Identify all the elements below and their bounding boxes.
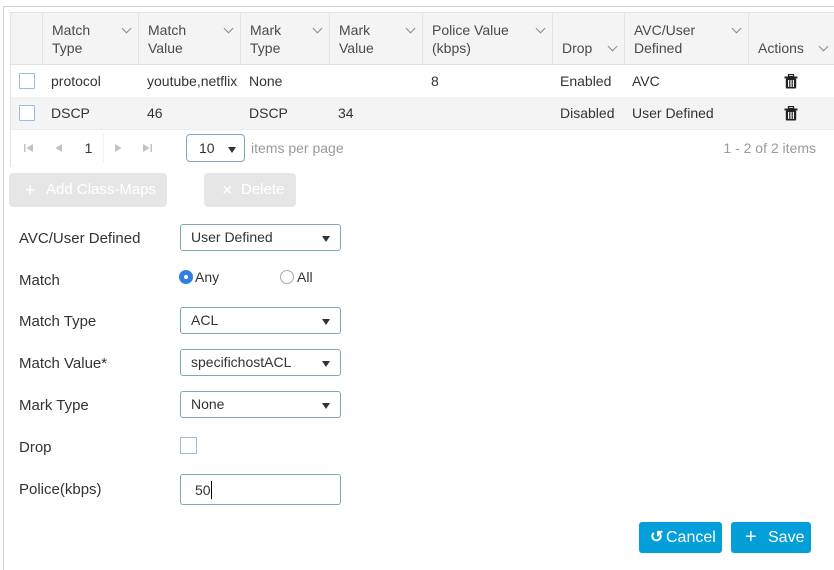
chevron-down-icon[interactable] [223, 23, 234, 34]
police-label: Police(kbps) [19, 481, 102, 498]
cell-avc-user-defined: User Defined [632, 105, 714, 121]
trash-icon[interactable] [784, 74, 798, 89]
column-header-label: Actions [758, 40, 804, 56]
cell-drop: Enabled [560, 73, 612, 89]
drop-checkbox[interactable] [180, 437, 197, 454]
next-page-icon[interactable] [112, 142, 124, 154]
caret-down-icon [322, 403, 330, 409]
match-value-label: Match Value* [19, 355, 108, 372]
match-all-radio[interactable] [280, 270, 294, 284]
table-row[interactable]: protocol youtube,netflix None 8 Enabled … [11, 65, 834, 97]
add-class-maps-label: Add Class-Maps [46, 181, 157, 198]
police-input[interactable]: 50 [180, 474, 341, 505]
cancel-button[interactable]: ↺ Cancel [639, 522, 722, 553]
avc-user-defined-select[interactable]: User Defined [180, 224, 341, 251]
column-header-label: Drop [562, 40, 593, 56]
caret-down-icon [322, 319, 330, 325]
table-row[interactable]: DSCP 46 DSCP 34 Disabled User Defined [11, 97, 834, 129]
drop-label: Drop [19, 439, 52, 456]
avc-user-defined-value: User Defined [191, 229, 273, 245]
save-label: Save [768, 529, 805, 546]
match-label: Match [19, 272, 60, 289]
pagination-bar: 1 10 items per page 1 - 2 of 2 items [11, 129, 834, 167]
cell-avc-user-defined: AVC [632, 73, 660, 89]
column-header-label: Police Value (kbps) [432, 22, 509, 56]
grid-header: Match Type Match Value Mark Type Mark Va… [11, 13, 834, 65]
column-header-match-type[interactable]: Match Type [42, 13, 138, 65]
chevron-down-icon[interactable] [312, 23, 323, 34]
delete-button[interactable]: × Delete [204, 173, 296, 207]
match-any-label[interactable]: Any [195, 269, 219, 285]
row-checkbox[interactable] [19, 73, 35, 89]
mark-type-label: Mark Type [19, 397, 89, 414]
plus-icon: + [25, 180, 36, 200]
cancel-label: Cancel [666, 529, 716, 546]
class-maps-grid: Match Type Match Value Mark Type Mark Va… [10, 12, 834, 167]
cell-match-value: youtube,netflix [147, 73, 238, 89]
add-class-maps-button[interactable]: + Add Class-Maps [9, 173, 167, 207]
match-type-value: ACL [191, 312, 219, 328]
chevron-down-icon[interactable] [535, 23, 546, 34]
chevron-down-icon[interactable] [405, 23, 416, 34]
chevron-down-icon[interactable] [121, 23, 132, 34]
last-page-icon[interactable] [141, 142, 153, 154]
delete-label: Delete [241, 181, 285, 198]
mark-type-select[interactable]: None [180, 391, 341, 418]
column-header-label: Mark Value [339, 22, 374, 56]
match-value-select[interactable]: specifichostACL [180, 349, 341, 376]
save-button[interactable]: + Save [731, 522, 811, 553]
column-header-mark-value[interactable]: Mark Value [329, 13, 422, 65]
plus-icon: + [745, 526, 757, 548]
column-header-label: Mark Type [250, 22, 282, 56]
column-header-match-value[interactable]: Match Value [138, 13, 240, 65]
column-header-police-value[interactable]: Police Value (kbps) [422, 13, 552, 65]
match-type-select[interactable]: ACL [180, 307, 341, 334]
match-value-value: specifichostACL [191, 354, 292, 370]
column-header-avc-user-defined[interactable]: AVC/User Defined [624, 13, 748, 65]
text-cursor [211, 481, 212, 499]
trash-icon[interactable] [784, 106, 798, 121]
cell-match-type: protocol [51, 73, 101, 89]
cell-police-value: 8 [431, 73, 439, 89]
column-header-label: AVC/User Defined [634, 22, 696, 56]
row-checkbox[interactable] [19, 105, 35, 121]
cell-match-type: DSCP [51, 105, 90, 121]
chevron-down-icon[interactable] [731, 23, 742, 34]
caret-down-icon [228, 147, 236, 153]
chevron-down-icon[interactable] [818, 41, 829, 52]
items-range-label: 1 - 2 of 2 items [723, 140, 816, 156]
match-all-label[interactable]: All [297, 269, 313, 285]
cell-match-value: 46 [147, 105, 163, 121]
cell-mark-type: DSCP [249, 105, 288, 121]
chevron-down-icon[interactable] [607, 41, 618, 52]
match-type-label: Match Type [19, 313, 97, 330]
mark-type-value: None [191, 396, 225, 412]
column-header-mark-type[interactable]: Mark Type [240, 13, 329, 65]
avc-user-defined-label: AVC/User Defined [19, 230, 141, 247]
column-header-label: Match Type [52, 22, 91, 56]
column-header-label: Match Value [148, 22, 187, 56]
page-size-value: 10 [199, 140, 215, 156]
caret-down-icon [322, 361, 330, 367]
current-page-number[interactable]: 1 [74, 134, 104, 162]
police-input-value: 50 [195, 482, 211, 498]
cell-drop: Disabled [560, 105, 615, 121]
close-icon: × [222, 180, 233, 200]
column-header-actions[interactable]: Actions [748, 13, 834, 65]
page-size-select[interactable]: 10 [186, 134, 245, 162]
previous-page-icon[interactable] [53, 142, 65, 154]
caret-down-icon [322, 236, 330, 242]
cell-mark-value: 34 [338, 105, 354, 121]
first-page-icon[interactable] [23, 142, 35, 154]
undo-icon: ↺ [650, 529, 664, 546]
match-any-radio[interactable] [179, 270, 193, 284]
items-per-page-label: items per page [251, 140, 344, 156]
select-all-column-header [11, 13, 42, 65]
column-header-drop[interactable]: Drop [552, 13, 624, 65]
cell-mark-type: None [249, 73, 283, 89]
